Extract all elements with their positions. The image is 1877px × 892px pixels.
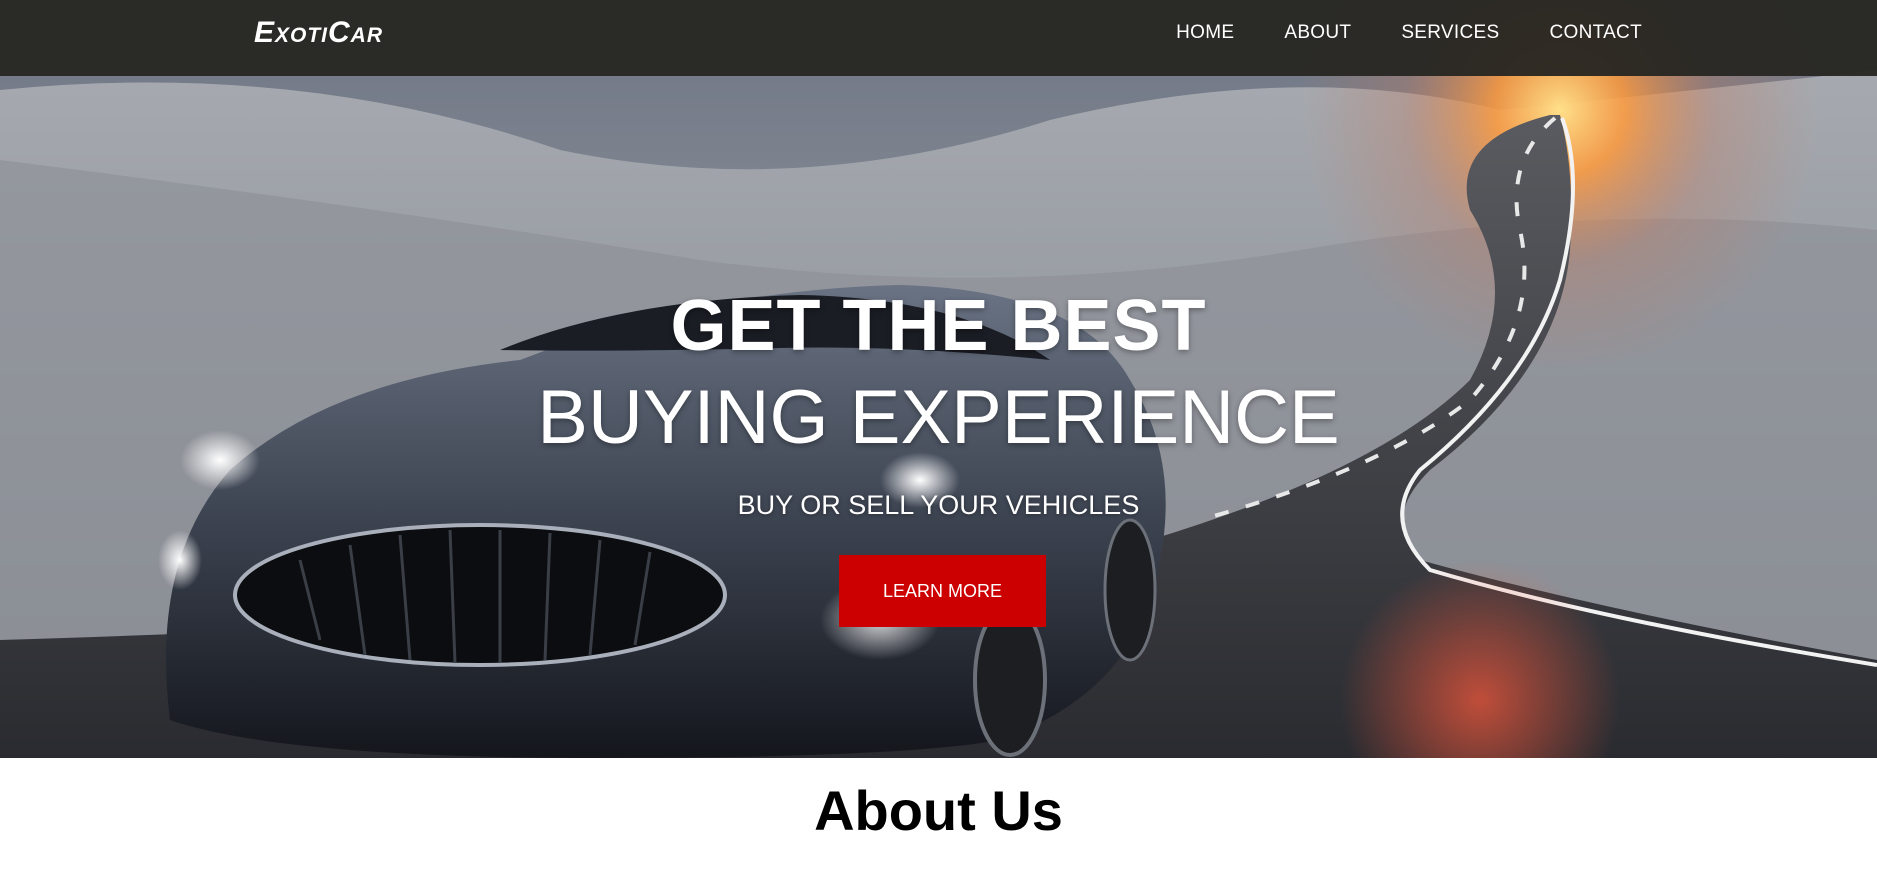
learn-more-button[interactable]: LEARN MORE [839, 555, 1046, 627]
main-nav: HOME ABOUT SERVICES CONTACT [1176, 22, 1642, 44]
hero-section: ExotiCar HOME ABOUT SERVICES CONTACT GET… [0, 0, 1877, 758]
hero-subheadline: BUY OR SELL YOUR VEHICLES [737, 490, 1140, 520]
hero-headline-line2: BUYING EXPERIENCE [537, 375, 1340, 460]
hero-headline-line1: GET THE BEST [670, 286, 1207, 366]
navbar: ExotiCar HOME ABOUT SERVICES CONTACT [0, 0, 1877, 76]
nav-about-link[interactable]: ABOUT [1284, 22, 1351, 44]
about-section-title: About Us [814, 779, 1063, 842]
nav-contact-link[interactable]: CONTACT [1549, 22, 1642, 44]
nav-home-link[interactable]: HOME [1176, 22, 1234, 44]
nav-services-link[interactable]: SERVICES [1401, 22, 1499, 44]
logo[interactable]: ExotiCar [254, 16, 383, 50]
